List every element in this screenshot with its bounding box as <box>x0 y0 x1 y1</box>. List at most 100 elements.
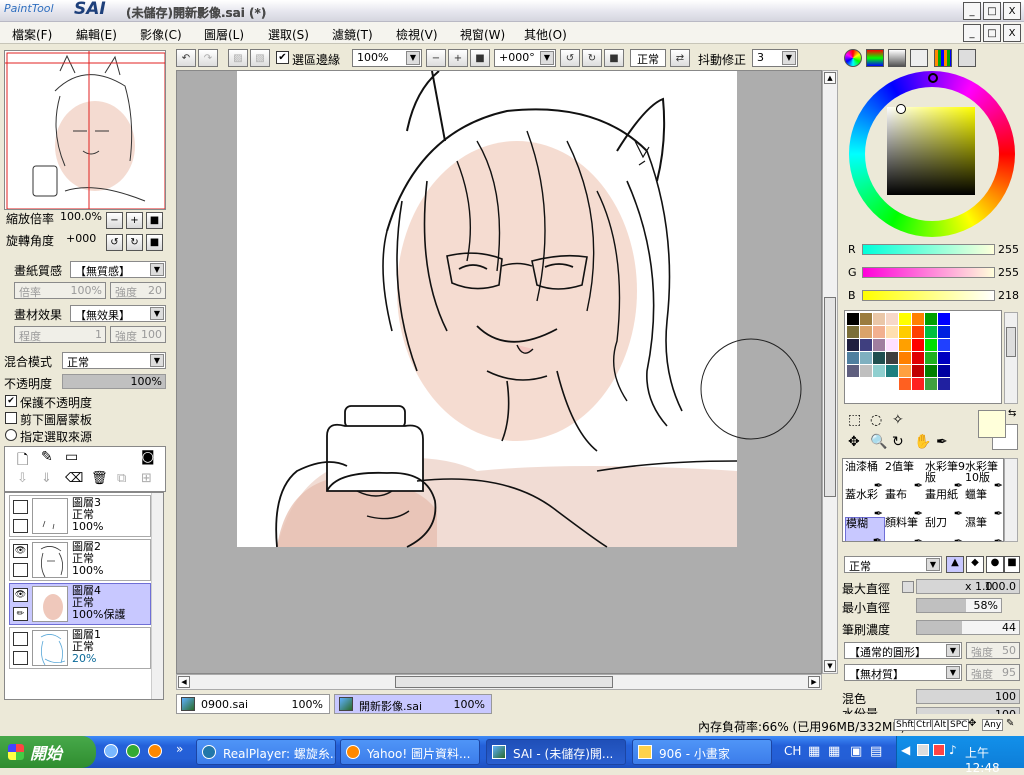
rect-select-icon[interactable]: ⬚ <box>848 412 861 428</box>
brush-edge-hard-icon[interactable]: ▲ <box>946 556 964 573</box>
doc-minimize-button[interactable]: _ <box>963 24 981 42</box>
file-tab-active[interactable]: 開新影像.sai 100% <box>334 694 492 714</box>
swatch-scrollbar[interactable] <box>1004 312 1018 404</box>
zoom-reset-button[interactable]: ■ <box>470 49 490 67</box>
color-swatch[interactable] <box>912 313 924 325</box>
rgb-slider-icon[interactable] <box>866 49 884 67</box>
brush-shape-select[interactable]: 【通常的圓形】 ▼ <box>844 642 962 659</box>
layer-item[interactable]: 圖層1 正常 20% <box>9 627 151 669</box>
menu-select[interactable]: 選取(S) <box>268 26 309 43</box>
color-swatch[interactable] <box>847 352 859 364</box>
rotate-right-button[interactable]: ↻ <box>582 49 602 67</box>
taskbar-item[interactable]: RealPlayer: 螺旋糸... <box>196 739 336 765</box>
color-swatch[interactable] <box>925 365 937 377</box>
hand-icon[interactable]: ✋ <box>914 434 931 450</box>
menu-window[interactable]: 視窗(W) <box>460 26 505 43</box>
brush-edge-medium-icon[interactable]: ◆ <box>966 556 984 573</box>
blend-slider[interactable]: 100 <box>916 689 1020 704</box>
security-icon[interactable] <box>933 744 945 756</box>
ime-indicator[interactable]: CH <box>784 744 801 758</box>
close-button[interactable]: X <box>1003 2 1021 20</box>
color-swatch[interactable] <box>925 339 937 351</box>
color-swatch[interactable] <box>847 326 859 338</box>
color-swatch[interactable] <box>847 365 859 377</box>
doc-restore-button[interactable]: □ <box>983 24 1001 42</box>
swap-colors-icon[interactable]: ⇆ <box>1008 408 1016 419</box>
move-icon[interactable]: ✥ <box>848 434 860 450</box>
minimize-button[interactable]: _ <box>963 2 981 20</box>
menu-filter[interactable]: 濾鏡(T) <box>332 26 373 43</box>
texture-strength-field[interactable]: 強度 95 <box>966 664 1020 681</box>
paper-effect-select[interactable]: 【無效果】 ▼ <box>70 305 166 322</box>
maximize-button[interactable]: □ <box>983 2 1001 20</box>
scratchpad-icon[interactable] <box>958 49 976 67</box>
color-swatch[interactable] <box>899 352 911 364</box>
transfer-down-icon[interactable]: ⇩ <box>17 471 28 486</box>
canvas-area[interactable] <box>176 70 822 674</box>
lock-toggle[interactable] <box>13 651 28 665</box>
vertical-scroll-thumb[interactable] <box>824 297 836 497</box>
mixer-icon[interactable] <box>910 49 928 67</box>
layer-item-selected[interactable]: 👁 ✏ 圖層4 正常 100%保護 <box>9 583 151 625</box>
opacity-slider[interactable]: 100% <box>62 374 166 389</box>
new-folder-icon[interactable]: ▭ <box>65 449 78 465</box>
layer-scrollbar[interactable] <box>151 493 163 699</box>
preserve-opacity-checkbox[interactable]: ✔ <box>5 395 17 407</box>
color-swatch[interactable] <box>925 313 937 325</box>
color-swatch[interactable] <box>899 365 911 377</box>
ime-shape-icon[interactable]: ▦ <box>828 744 840 759</box>
brush-scrollbar[interactable] <box>1004 458 1018 542</box>
zoom-icon[interactable]: 🔍 <box>870 434 887 450</box>
color-swatch[interactable] <box>925 378 937 390</box>
rotate-tool-icon[interactable]: ↻ <box>892 434 904 450</box>
color-swatch[interactable] <box>860 326 872 338</box>
color-swatch[interactable] <box>938 352 950 364</box>
zoom-in-button[interactable]: + <box>448 49 468 67</box>
scroll-right-icon[interactable]: ▶ <box>808 676 820 688</box>
paper-scale-field[interactable]: 倍率 100% <box>14 282 106 299</box>
brush-slot[interactable]: 蓋水彩 ✒ <box>845 489 885 519</box>
color-swatch[interactable] <box>899 378 911 390</box>
clear-layer-icon[interactable]: ⌫ <box>65 471 83 486</box>
color-swatch[interactable] <box>847 339 859 351</box>
scroll-up-icon[interactable]: ▲ <box>824 72 836 84</box>
color-swatch[interactable] <box>873 352 885 364</box>
color-swatch[interactable] <box>899 313 911 325</box>
trash-icon[interactable]: 🗑 <box>91 471 108 486</box>
layer-item[interactable]: 圖層3 正常 100% <box>9 495 151 537</box>
brush-mode-select[interactable]: 正常 ▼ <box>844 556 942 573</box>
color-swatches[interactable] <box>844 310 1002 404</box>
horizontal-scrollbar[interactable]: ◀ ▶ <box>176 674 822 690</box>
water-slider[interactable]: 100 <box>916 707 1020 714</box>
brush-slot[interactable]: 畫布 ✒ <box>885 489 925 519</box>
file-tab[interactable]: 0900.sai 100% <box>176 694 330 714</box>
color-swatch[interactable] <box>938 339 950 351</box>
brush-slot[interactable]: 蠟筆 ✒ <box>965 489 1003 519</box>
flip-horizontal-button[interactable]: ⇄ <box>670 49 690 67</box>
color-swatch[interactable] <box>912 378 924 390</box>
lock-toggle[interactable] <box>13 563 28 577</box>
color-swatch[interactable] <box>886 326 898 338</box>
menu-layer[interactable]: 圖層(L) <box>204 26 244 43</box>
stabilizer-select[interactable]: 3 ▼ <box>752 49 798 67</box>
color-wheel-icon[interactable] <box>844 49 862 67</box>
brush-slot[interactable]: 畫用紙 ✒ <box>925 489 965 519</box>
quicklaunch-icon[interactable] <box>126 744 140 758</box>
selection-source-radio[interactable] <box>5 429 17 441</box>
color-swatch[interactable] <box>938 378 950 390</box>
density-slider[interactable]: 44 <box>916 620 1020 635</box>
color-swatch[interactable] <box>886 352 898 364</box>
merge-down-icon[interactable]: ⇓ <box>41 471 52 486</box>
menu-file[interactable]: 檔案(F) <box>12 26 52 43</box>
brush-slot[interactable]: 水彩筆10版 ✒ <box>965 461 1003 491</box>
hsv-slider-icon[interactable] <box>888 49 906 67</box>
brush-slot[interactable]: 水彩筆9版 ✒ <box>925 461 965 491</box>
new-layer-icon[interactable]: 🗋 <box>17 449 28 473</box>
brush-slot[interactable]: 油漆桶 ✒ <box>845 461 885 491</box>
menu-other[interactable]: 其他(O) <box>524 26 567 43</box>
eye-icon[interactable]: 👁 <box>13 544 28 558</box>
brush-slot[interactable]: 顏料筆 ✒ <box>885 517 925 541</box>
nav-zoom-out-button[interactable]: − <box>106 212 123 229</box>
scroll-left-icon[interactable]: ◀ <box>178 676 190 688</box>
color-swatch[interactable] <box>899 339 911 351</box>
